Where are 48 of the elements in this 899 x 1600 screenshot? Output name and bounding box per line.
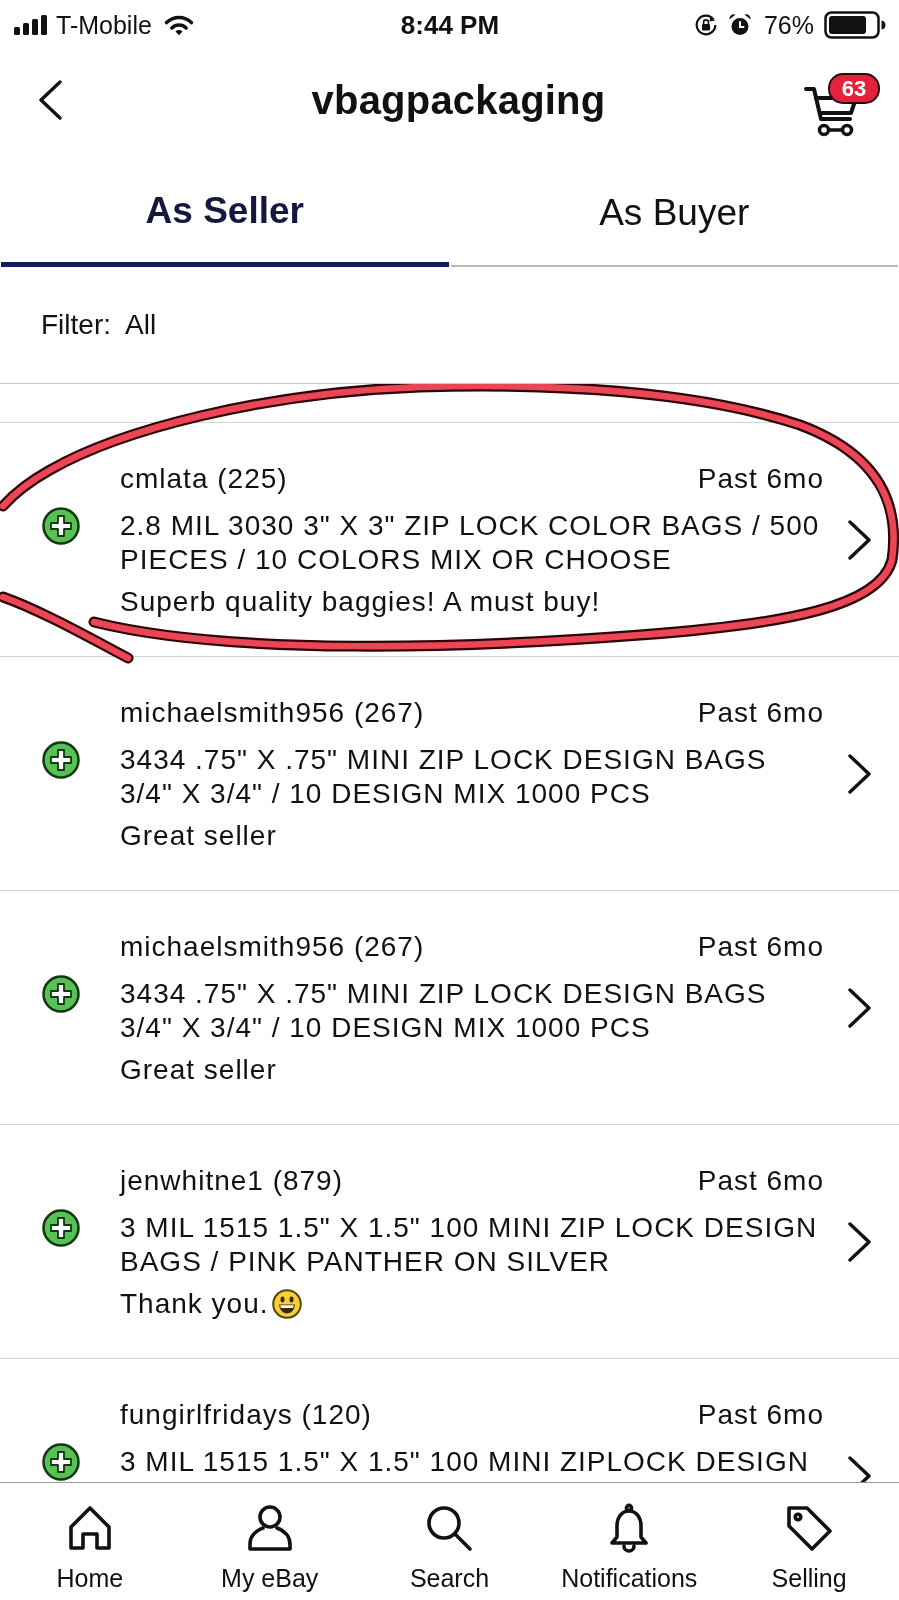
plus-circle-icon [42,974,80,1013]
feedback-time: Past 6mo [697,930,824,964]
signal-bars-icon [14,15,48,35]
cart-button[interactable]: 63 [804,73,880,137]
item-title: 3 MIL 1515 1.5" X 1.5" 100 MINI ZIPLOCK DESIGN [120,1445,810,1479]
tab[interactable]: As Seller [1,150,449,267]
nav-tab[interactable]: Selling [719,1483,899,1600]
chevron-left-icon [37,80,63,120]
filter-button[interactable]: Filter: All [41,309,157,341]
alarm-clock-icon [727,13,752,37]
username: michaelsmith956 (267) [120,930,425,964]
battery-percent: 76% [763,10,814,40]
username: jenwhitne1 (879) [120,1164,344,1198]
clock-time: 8:44 PM [400,9,500,41]
nav-tab[interactable]: My eBay [179,1483,360,1600]
rotation-lock-icon [693,13,718,37]
plus-circle-icon [42,506,80,545]
feedback-time: Past 6mo [697,1398,824,1432]
feedback-time: Past 6mo [697,696,824,730]
nav-tab[interactable]: Notifications [539,1483,720,1600]
nav-tab[interactable]: Home [0,1483,180,1600]
item-title: 3434 .75" X .75" MINI ZIP LOCK DESIGN BAGS 3/4" X 3/4" / 10 DESIGN MIX 1000 PCS [120,743,768,811]
battery-icon [824,11,886,39]
wifi-icon [163,14,194,36]
nav-tab[interactable]: Search [359,1483,540,1600]
item-title: 2.8 MIL 3030 3" X 3" ZIP LOCK COLOR BAGS / 500 PIECES / 10 COLORS MIX OR CHOOSE [120,509,821,577]
plus-circle-icon [42,1208,80,1247]
feedback-comment: Thank you. [120,1287,269,1321]
chevron-right-icon [847,1221,873,1262]
username: michaelsmith956 (267) [120,696,425,730]
cart-count-badge: 63 [828,73,880,104]
chevron-right-icon [847,987,873,1028]
page-title: vbagpackaging [311,77,606,123]
username: cmlata (225) [120,462,288,496]
tab[interactable]: As Buyer [450,150,898,267]
feedback-time: Past 6mo [697,1164,824,1198]
username: fungirlfridays (120) [120,1398,372,1432]
feedback-time: Past 6mo [697,462,824,496]
plus-circle-icon [42,740,80,779]
feedback-comment: Great seller [120,819,277,853]
chevron-right-icon [847,753,873,794]
chevron-right-icon [847,519,873,560]
back-button[interactable] [37,80,63,120]
feedback-comment: Superb quality baggies! A must buy! [120,585,601,619]
feedback-comment: Great seller [120,1053,277,1087]
item-title: 3 MIL 1515 1.5" X 1.5" 100 MINI ZIP LOCK DESIGN BAGS / PINK PANTHER ON SILVER [120,1211,819,1279]
item-title: 3434 .75" X .75" MINI ZIP LOCK DESIGN BAGS 3/4" X 3/4" / 10 DESIGN MIX 1000 PCS [120,977,768,1045]
carrier-name: T-Mobile [56,10,152,40]
